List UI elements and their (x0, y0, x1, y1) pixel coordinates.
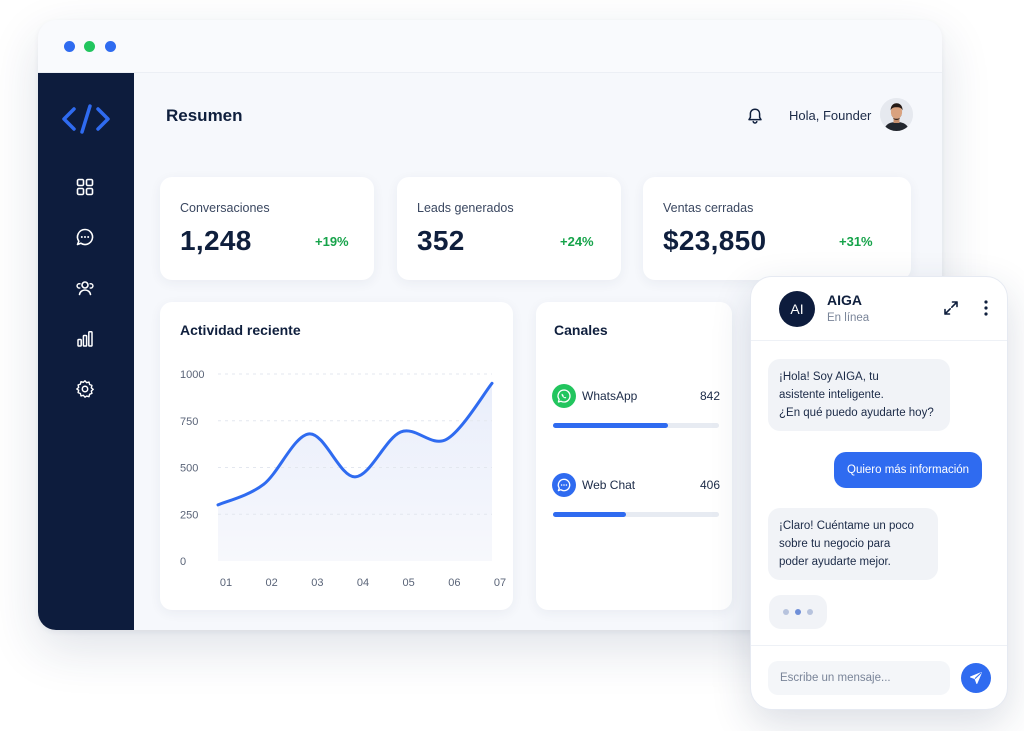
y-tick-label: 0 (180, 556, 186, 568)
code-logo-icon[interactable] (60, 101, 112, 137)
stat-label: Conversaciones (180, 201, 270, 215)
message-line: poder ayudarte mejor. (779, 556, 891, 568)
typing-indicator (769, 595, 827, 629)
channel-name: Web Chat (582, 478, 636, 492)
sidebar-item-chats[interactable] (74, 226, 96, 248)
grid-icon (76, 178, 94, 196)
message-line: ¡Hola! Soy AIGA, tu (779, 371, 879, 383)
activity-chart: 0 250 500 750 1000 01 02 03 04 05 06 07 (180, 369, 506, 589)
x-tick-label: 02 (266, 577, 278, 589)
more-vertical-icon[interactable] (978, 299, 994, 317)
y-tick-label: 1000 (180, 369, 204, 381)
chat-widget: AI AIGA En línea ¡Hola! Soy AIGA, tu asi… (750, 276, 1008, 710)
stat-card-conversations: Conversaciones 1,248 +19% (160, 177, 374, 280)
channel-progress-fill (553, 512, 627, 517)
x-tick-label: 03 (311, 577, 323, 589)
stat-delta: +31% (839, 234, 873, 249)
message-line: ¿En qué puedo ayudarte hoy? (779, 407, 934, 419)
window-dot-1[interactable] (64, 41, 75, 52)
x-tick-label: 04 (357, 577, 369, 589)
page-title: Resumen (166, 106, 243, 125)
stat-card-leads: Leads generados 352 +24% (397, 177, 621, 280)
stat-delta: +19% (315, 234, 349, 249)
chat-message-user: Quiero más información (834, 452, 983, 488)
channel-progress-track (553, 512, 719, 517)
stat-label: Leads generados (417, 201, 514, 215)
expand-icon[interactable] (943, 300, 959, 316)
x-tick-label: 01 (220, 577, 232, 589)
channel-name: WhatsApp (582, 389, 638, 403)
stat-label: Ventas cerradas (663, 201, 754, 215)
send-icon (970, 672, 982, 684)
channel-progress-track (553, 423, 719, 428)
whatsapp-icon (552, 384, 576, 408)
chat-header: AI AIGA En línea (751, 277, 1007, 341)
webchat-icon (552, 473, 576, 497)
chat-status: En línea (827, 312, 870, 324)
gear-icon (76, 380, 94, 398)
y-tick-label: 750 (180, 416, 198, 428)
user-avatar-image (880, 98, 913, 131)
channel-count: 406 (699, 478, 720, 492)
stat-value: $23,850 (663, 225, 767, 256)
message-line: sobre tu negocio para (779, 538, 891, 550)
window-titlebar (38, 20, 942, 73)
x-tick-label: 05 (403, 577, 415, 589)
sidebar-item-dashboard[interactable] (74, 176, 96, 198)
channel-progress-fill (553, 423, 668, 428)
sidebar-item-contacts[interactable] (74, 277, 96, 299)
channels-card: Canales WhatsApp 842 Web Chat 406 (536, 302, 732, 610)
window-dot-2[interactable] (84, 41, 95, 52)
chat-footer (751, 645, 1007, 709)
stat-value: 1,248 (180, 225, 252, 256)
chat-icon (76, 228, 94, 246)
stat-card-sales: Ventas cerradas $23,850 +31% (643, 177, 911, 280)
sidebar-item-reports[interactable] (74, 328, 96, 350)
chat-message-bot: ¡Hola! Soy AIGA, tu asistente inteligent… (768, 359, 950, 431)
sidebar (38, 73, 134, 630)
message-line: asistente inteligente. (779, 389, 884, 401)
bell-icon[interactable] (746, 107, 764, 125)
x-tick-label: 07 (494, 577, 506, 589)
channel-count: 842 (699, 389, 720, 403)
stat-value: 352 (417, 225, 465, 256)
bar-chart-icon (77, 331, 93, 347)
user-greeting: Hola, Founder (789, 108, 872, 123)
send-button[interactable] (961, 663, 991, 693)
x-tick-label: 06 (448, 577, 460, 589)
channels-title: Canales (554, 322, 608, 338)
message-input[interactable] (768, 661, 950, 695)
message-line: ¡Claro! Cuéntame un poco (779, 520, 914, 532)
ai-avatar: AI (779, 291, 815, 327)
avatar[interactable] (880, 98, 913, 131)
y-tick-label: 250 (180, 509, 198, 521)
chat-assistant-name: AIGA (827, 292, 862, 308)
activity-card: Actividad reciente 0 250 500 750 1000 01 02 03 0… (160, 302, 513, 610)
chart-area-fill (218, 383, 492, 561)
sidebar-item-settings[interactable] (74, 378, 96, 400)
y-tick-label: 500 (180, 463, 198, 475)
stat-delta: +24% (560, 234, 594, 249)
users-icon (76, 281, 94, 296)
chat-message-bot: ¡Claro! Cuéntame un poco sobre tu negoci… (768, 508, 938, 580)
window-dot-3[interactable] (105, 41, 116, 52)
message-line: Quiero más información (847, 464, 970, 476)
